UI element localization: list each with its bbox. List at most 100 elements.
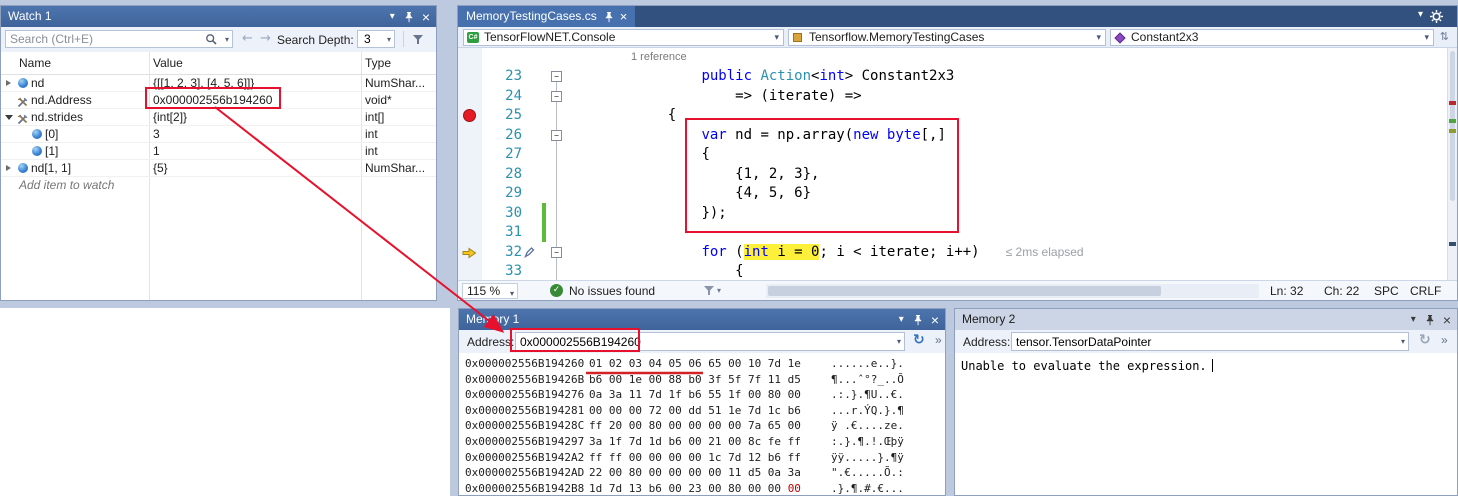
pin-icon[interactable] [1425, 314, 1434, 326]
collapse-region-icon[interactable]: − [551, 91, 562, 102]
line-number[interactable]: 32 [482, 243, 522, 263]
search-next-icon[interactable]: → [260, 31, 271, 46]
code-line-26[interactable]: var nd = np.array(new byte[,] [575, 126, 946, 146]
search-icon[interactable] [205, 33, 218, 46]
line-number[interactable]: 24 [482, 87, 522, 107]
close-icon[interactable]: × [931, 313, 939, 327]
line-number[interactable]: 29 [482, 184, 522, 204]
line-number[interactable]: 23 [482, 67, 522, 87]
line-indicator[interactable]: Ln: 32 [1270, 284, 1303, 298]
watch-row[interactable]: [0]3int [1, 126, 436, 143]
document-list-chevron-icon[interactable]: ▾ [1418, 9, 1423, 20]
memory-row[interactable]: 0x000002556B19428100 00 00 72 00 dd 51 1… [459, 403, 945, 419]
pin-icon[interactable] [404, 11, 413, 23]
address-input[interactable] [516, 333, 890, 350]
search-depth-combo[interactable]: 3 ▾ [357, 30, 395, 48]
space-indicator[interactable]: SPC [1374, 284, 1399, 298]
code-line-30[interactable]: }); [575, 204, 727, 224]
scrollbar-thumb[interactable] [1450, 51, 1455, 201]
line-number[interactable]: 28 [482, 165, 522, 185]
address-combo[interactable]: ▾ [515, 332, 905, 351]
address-input[interactable] [1012, 333, 1394, 350]
column-header-name[interactable]: Name [19, 56, 51, 70]
window-position-icon[interactable]: ▾ [1411, 309, 1416, 330]
memory-row[interactable]: 0x000002556B1942760a 3a 11 7d 1f b6 55 1… [459, 387, 945, 403]
toolbar-overflow-icon[interactable]: » [1441, 333, 1448, 347]
tab-memorytestingcases[interactable]: MemoryTestingCases.cs × [458, 6, 635, 27]
column-header-type[interactable]: Type [365, 56, 391, 70]
navbar-expand-icon[interactable]: ⇅ [1440, 30, 1449, 43]
line-number[interactable]: 31 [482, 223, 522, 243]
code-line-32[interactable]: for (int i = 0; i < iterate; i++)≤ 2ms e… [575, 243, 1084, 263]
memory1-titlebar[interactable]: Memory 1 ▾ × [459, 309, 945, 330]
codelens-references[interactable]: 1 reference [631, 51, 687, 63]
memory-row[interactable]: 0x000002556B1942B81d 7d 13 b6 00 23 00 8… [459, 481, 945, 495]
memory-row[interactable]: 0x000002556B1942AD22 00 80 00 00 00 00 1… [459, 465, 945, 481]
issues-label[interactable]: No issues found [569, 284, 655, 298]
breakpoint-icon[interactable] [463, 109, 476, 122]
close-icon[interactable]: × [422, 10, 430, 24]
line-number[interactable]: 27 [482, 145, 522, 165]
memory-row[interactable]: 0x000002556B1942973a 1f 7d 1d b6 00 21 0… [459, 434, 945, 450]
type-combo[interactable]: Tensorflow.MemoryTestingCases ▾ [788, 29, 1106, 46]
toolbar-overflow-icon[interactable]: » [935, 333, 942, 347]
window-position-icon[interactable]: ▾ [390, 6, 395, 27]
watch-row[interactable]: nd.Address0x000002556b194260void* [1, 92, 436, 109]
filter-icon[interactable] [413, 35, 423, 45]
search-options-chevron-icon[interactable]: ▾ [225, 35, 229, 44]
watch-add-item-row[interactable]: Add item to watch [1, 177, 436, 194]
code-line-33[interactable]: { [575, 262, 744, 280]
expander-collapsed-icon[interactable] [6, 165, 11, 171]
close-icon[interactable]: × [1443, 313, 1451, 327]
zoom-combo[interactable]: 115 % ▾ [462, 283, 518, 299]
vertical-scrollbar[interactable] [1447, 48, 1457, 280]
search-prev-icon[interactable]: ← [242, 31, 253, 46]
code-line-28[interactable]: {1, 2, 3}, [575, 165, 819, 185]
line-number[interactable]: 33 [482, 262, 522, 280]
eol-indicator[interactable]: CRLF [1410, 284, 1441, 298]
collapse-region-icon[interactable]: − [551, 130, 562, 141]
code-line-27[interactable]: { [575, 145, 710, 165]
line-number[interactable]: 30 [482, 204, 522, 224]
watch-row[interactable]: nd{[[1, 2, 3], [4, 5, 6]]}NumShar... [1, 75, 436, 92]
chevron-down-icon[interactable]: ▾ [897, 337, 901, 346]
code-line-23[interactable]: public Action<int> Constant2x3 [575, 67, 954, 87]
search-input[interactable] [6, 31, 206, 47]
expander-collapsed-icon[interactable] [6, 80, 11, 86]
memory-row[interactable]: 0x000002556B1942A2ff ff 00 00 00 00 1c 7… [459, 450, 945, 466]
chevron-down-icon[interactable]: ▾ [1401, 337, 1405, 346]
code-line-24[interactable]: => (iterate) => [575, 87, 862, 107]
refresh-icon[interactable]: ↻ [913, 332, 925, 348]
collapse-region-icon[interactable]: − [551, 71, 562, 82]
scrollbar-thumb[interactable] [768, 286, 1161, 296]
memory-row[interactable]: 0x000002556B19426001 02 03 04 05 06 65 0… [459, 356, 945, 372]
horizontal-scrollbar[interactable] [766, 284, 1259, 298]
watch-row[interactable]: nd.strides{int[2]}int[] [1, 109, 436, 126]
memory-row[interactable]: 0x000002556B19428Cff 20 00 80 00 00 00 0… [459, 418, 945, 434]
line-number[interactable]: 25 [482, 106, 522, 126]
code-line-25[interactable]: { [575, 106, 676, 126]
address-combo[interactable]: ▾ [1011, 332, 1409, 351]
memory-row[interactable]: 0x000002556B19426Bb6 00 1e 00 88 b0 3f 5… [459, 372, 945, 388]
pin-icon[interactable] [913, 314, 922, 326]
gear-icon[interactable] [1430, 10, 1443, 23]
filter-icon[interactable] [704, 286, 714, 296]
breakpoint-margin[interactable] [458, 48, 482, 280]
watch-row[interactable]: [1]1int [1, 143, 436, 160]
refresh-icon[interactable]: ↻ [1419, 332, 1431, 348]
watch-search-box[interactable]: ▾ [5, 30, 233, 48]
code-area[interactable]: 1 reference 23 public Action<int> Consta… [458, 48, 1447, 280]
memory-dump[interactable]: 0x000002556B19426001 02 03 04 05 06 65 0… [459, 353, 945, 495]
column-indicator[interactable]: Ch: 22 [1324, 284, 1359, 298]
code-line-29[interactable]: {4, 5, 6} [575, 184, 811, 204]
memory2-titlebar[interactable]: Memory 2 ▾ × [955, 309, 1457, 330]
close-icon[interactable]: × [620, 6, 628, 27]
memory2-body[interactable]: Unable to evaluate the expression. [955, 353, 1457, 495]
watch-row[interactable]: nd[1, 1]{5}NumShar... [1, 160, 436, 177]
column-header-value[interactable]: Value [153, 56, 183, 70]
line-number[interactable]: 26 [482, 126, 522, 146]
member-combo[interactable]: Constant2x3 ▾ [1110, 29, 1434, 46]
health-check-icon[interactable]: ✓ [550, 284, 563, 297]
watch-titlebar[interactable]: Watch 1 ▾ × [1, 6, 436, 27]
expander-expanded-icon[interactable] [5, 115, 13, 120]
